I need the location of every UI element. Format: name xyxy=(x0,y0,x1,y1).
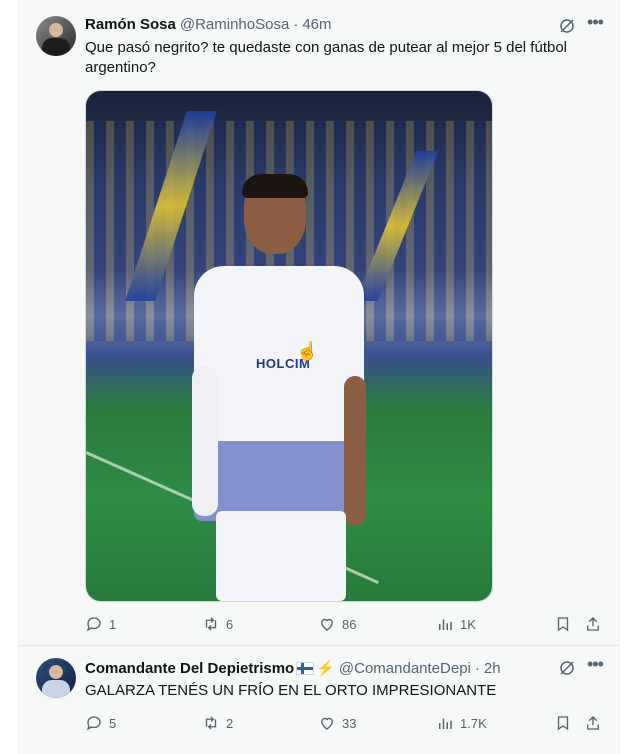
heart-icon xyxy=(321,618,333,631)
reply-icon xyxy=(86,617,101,632)
retweet-count: 2 xyxy=(226,715,234,731)
tweet[interactable]: Ramón Sosa @RaminhoSosa · 46m ••• Que pa… xyxy=(19,0,619,646)
like-count: 86 xyxy=(342,616,357,632)
bookmark-icon xyxy=(557,716,569,731)
avatar[interactable] xyxy=(36,16,76,56)
reply-count: 1 xyxy=(109,616,117,632)
views-count: 1.7K xyxy=(460,715,487,731)
like-button[interactable]: 86 xyxy=(318,615,356,633)
heart-icon xyxy=(321,717,333,730)
views-button[interactable]: 1K xyxy=(436,615,476,633)
like-count: 33 xyxy=(342,715,357,731)
retweet-icon xyxy=(205,716,217,730)
separator-dot: · xyxy=(474,659,480,677)
timeline: Ramón Sosa @RaminhoSosa · 46m ••• Que pa… xyxy=(18,0,620,754)
bookmark-icon xyxy=(557,617,569,632)
timestamp[interactable]: 46m xyxy=(302,16,331,33)
author-handle[interactable]: @RaminhoSosa xyxy=(180,16,289,33)
player-photo: HOLCIM xyxy=(186,174,376,601)
timestamp[interactable]: 2h xyxy=(484,660,501,677)
finland-flag-icon xyxy=(296,661,315,675)
views-count: 1K xyxy=(460,616,476,632)
retweet-button[interactable]: 2 xyxy=(202,714,233,732)
bookmark-button[interactable] xyxy=(554,615,572,633)
tweet-text: GALARZA TENÉS UN FRÍO EN EL ORTO IMPRESI… xyxy=(85,682,497,699)
avatar[interactable] xyxy=(36,658,76,698)
share-icon xyxy=(587,716,599,730)
bookmark-button[interactable] xyxy=(554,714,572,732)
author-name[interactable]: Comandante Del Depietrismo xyxy=(85,660,294,677)
like-button[interactable]: 33 xyxy=(318,714,356,732)
action-bar: 1 6 86 1K xyxy=(85,614,611,634)
retweet-count: 6 xyxy=(226,616,234,632)
tweet-image[interactable]: HOLCIM ☝ xyxy=(85,90,493,602)
hand-cursor-icon: ☝ xyxy=(296,341,319,361)
reply-button[interactable]: 1 xyxy=(85,615,116,633)
reply-button[interactable]: 5 xyxy=(85,714,116,732)
separator-dot: · xyxy=(293,16,299,33)
tweet-header: Ramón Sosa @RaminhoSosa · 46m xyxy=(85,16,332,33)
retweet-icon xyxy=(205,617,217,631)
share-button[interactable] xyxy=(584,615,602,633)
grok-icon[interactable] xyxy=(558,659,576,677)
retweet-button[interactable]: 6 xyxy=(202,615,233,633)
lightning-bolt-icon: ⚡ xyxy=(316,660,335,677)
tweet-text: Que pasó negrito? te quedaste con ganas … xyxy=(85,39,567,76)
share-icon xyxy=(587,617,599,631)
more-icon[interactable]: ••• xyxy=(585,13,605,35)
reply-icon xyxy=(86,716,101,731)
tweet[interactable]: Comandante Del Depietrismo ⚡ @Comandante… xyxy=(19,646,619,754)
share-button[interactable] xyxy=(584,714,602,732)
author-name[interactable]: Ramón Sosa xyxy=(85,16,176,33)
grok-icon[interactable] xyxy=(558,17,576,35)
author-handle[interactable]: @ComandanteDepi xyxy=(339,660,471,677)
reply-count: 5 xyxy=(109,715,117,731)
views-button[interactable]: 1.7K xyxy=(436,714,487,732)
action-bar: 5 2 33 1.7K xyxy=(85,713,611,733)
views-icon xyxy=(439,718,452,729)
views-icon xyxy=(439,619,452,630)
more-icon[interactable]: ••• xyxy=(585,655,605,677)
tweet-header: Comandante Del Depietrismo ⚡ @Comandante… xyxy=(85,659,501,678)
